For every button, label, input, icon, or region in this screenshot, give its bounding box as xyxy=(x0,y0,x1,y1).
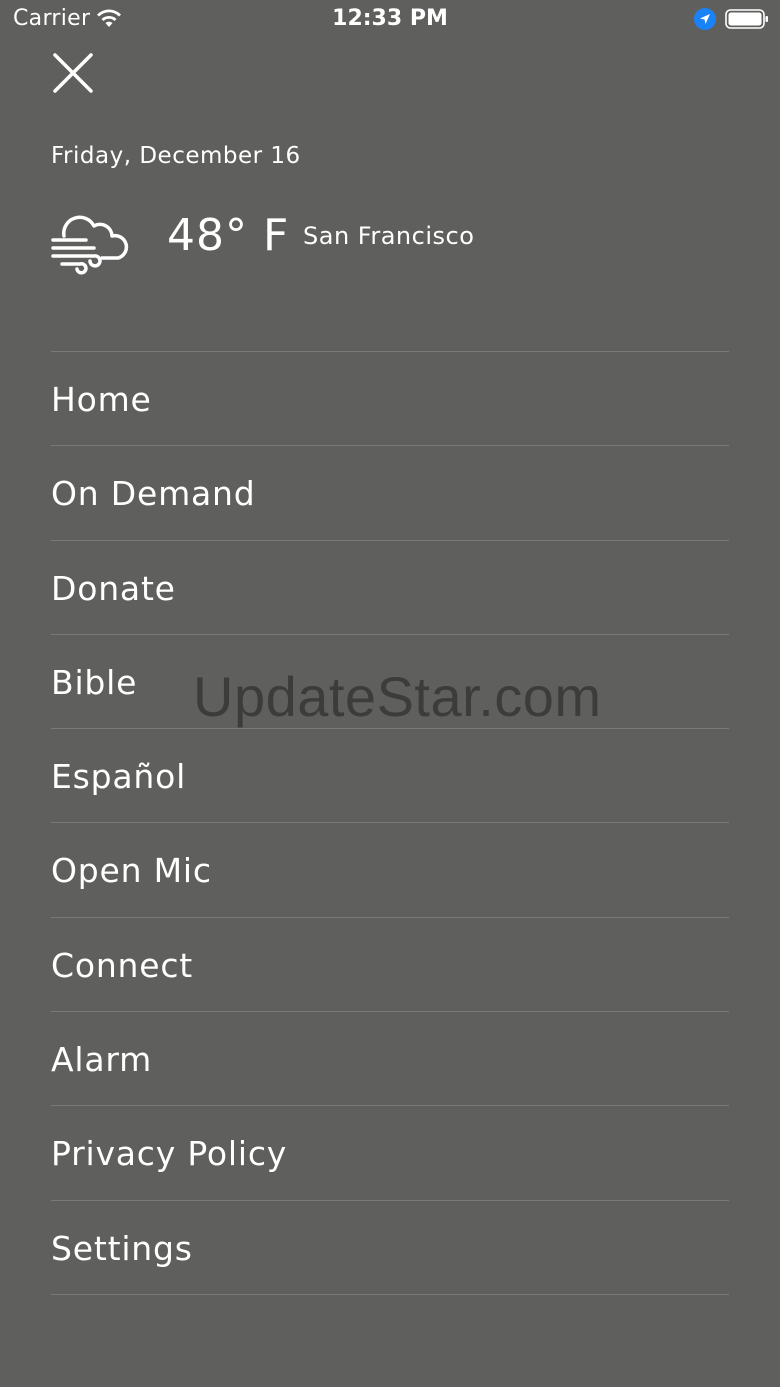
city-name: San Francisco xyxy=(303,222,475,250)
menu-item-connect[interactable]: Connect xyxy=(51,918,729,1013)
menu-item-bible[interactable]: Bible xyxy=(51,635,729,730)
menu-item-espanol[interactable]: Español xyxy=(51,729,729,824)
status-time: 12:33 PM xyxy=(332,6,448,31)
close-icon xyxy=(53,53,93,93)
main-menu: Home On Demand Donate Bible Español Open… xyxy=(51,351,729,1295)
battery-full-icon xyxy=(725,9,768,29)
status-bar: Carrier 12:33 PM xyxy=(0,0,780,40)
menu-item-alarm[interactable]: Alarm xyxy=(51,1012,729,1107)
temperature: 48° F xyxy=(167,210,290,261)
menu-item-privacy-policy[interactable]: Privacy Policy xyxy=(51,1106,729,1201)
windy-cloud-icon xyxy=(51,215,129,275)
location-arrow-icon xyxy=(694,8,716,30)
menu-screen: Carrier 12:33 PM Friday, December 16 48°… xyxy=(0,0,780,1387)
menu-item-home[interactable]: Home xyxy=(51,352,729,447)
menu-item-settings[interactable]: Settings xyxy=(51,1201,729,1295)
menu-item-donate[interactable]: Donate xyxy=(51,541,729,635)
menu-item-on-demand[interactable]: On Demand xyxy=(51,446,729,541)
close-button[interactable] xyxy=(50,50,96,96)
current-date: Friday, December 16 xyxy=(51,143,301,169)
menu-item-open-mic[interactable]: Open Mic xyxy=(51,823,729,918)
